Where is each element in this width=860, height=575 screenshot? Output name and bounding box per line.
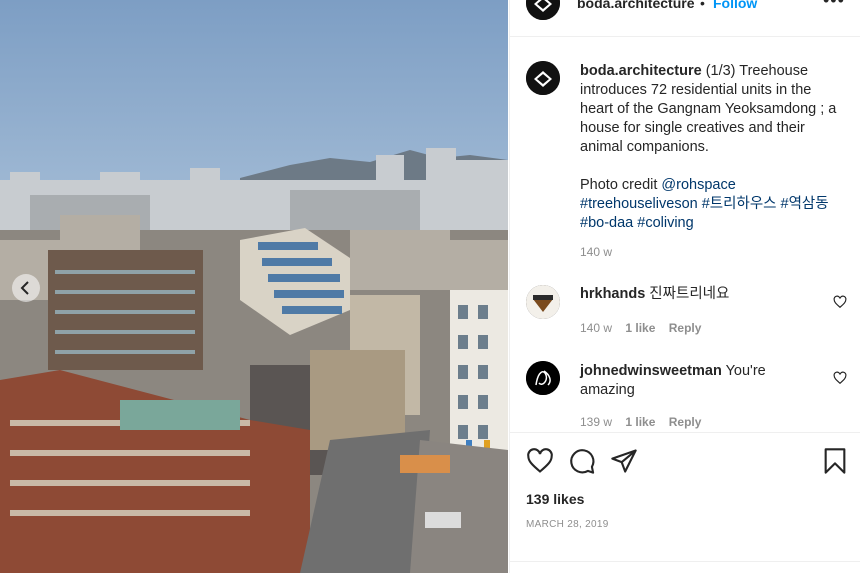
avatar[interactable] xyxy=(526,61,560,95)
avatar[interactable] xyxy=(526,361,560,395)
caption-meta: 140 w xyxy=(580,245,622,259)
reply-button[interactable]: Reply xyxy=(669,321,702,335)
bookmark-icon[interactable] xyxy=(821,447,849,475)
comment-icon[interactable] xyxy=(568,447,596,475)
post-caption: boda.architecture (1/3) Treehouse introd… xyxy=(580,62,850,233)
follow-button[interactable]: Follow xyxy=(713,0,757,11)
caption-text: animal companions. xyxy=(580,139,709,155)
separator: • xyxy=(700,0,705,11)
boda-logo-icon xyxy=(526,0,560,20)
likes-count[interactable]: 139 likes xyxy=(526,491,584,507)
caption-text: house for single creatives and their xyxy=(580,120,805,136)
avatar[interactable] xyxy=(526,0,560,20)
previous-photo-button[interactable] xyxy=(12,274,40,302)
post-actions: 139 likes MARCH 28, 2019 xyxy=(510,432,860,574)
boda-logo-icon xyxy=(526,61,560,95)
comment: johnedwinsweetman You're amazing xyxy=(580,362,820,400)
comment-meta: 140 w 1 like Reply xyxy=(580,321,711,335)
timestamp[interactable]: 140 w xyxy=(580,321,612,335)
hashtag-link[interactable]: #bo-daa xyxy=(580,215,633,231)
chevron-left-icon xyxy=(20,281,29,295)
post-username[interactable]: boda.architecture xyxy=(577,0,694,11)
caption-username[interactable]: boda.architecture xyxy=(580,63,702,79)
heart-icon[interactable] xyxy=(526,447,554,475)
hashtag-link[interactable]: #coliving xyxy=(637,215,693,231)
heart-icon[interactable] xyxy=(833,371,847,385)
caption-text: heart of the Gangnam Yeoksamdong ; a xyxy=(580,101,837,117)
post-photo[interactable] xyxy=(0,0,508,573)
post-header: boda.architecture • Follow ••• xyxy=(510,0,860,37)
timestamp[interactable]: 139 w xyxy=(580,415,612,429)
caption-text: Photo credit xyxy=(580,177,662,193)
comment-text: You're xyxy=(721,363,766,379)
post-date[interactable]: MARCH 28, 2019 xyxy=(526,519,609,530)
comment: hrkhands 진짜트리네요 xyxy=(580,285,820,304)
avatar-image-icon xyxy=(526,285,560,319)
comment-text: 진짜트리네요 xyxy=(645,286,730,302)
heart-icon[interactable] xyxy=(833,295,847,309)
timestamp[interactable]: 140 w xyxy=(580,245,612,259)
reply-button[interactable]: Reply xyxy=(669,415,702,429)
share-icon[interactable] xyxy=(610,447,638,475)
post-panel: boda.architecture • Follow ••• boda.arch… xyxy=(509,0,860,573)
comment-meta: 139 w 1 like Reply xyxy=(580,415,711,429)
avatar[interactable] xyxy=(526,285,560,319)
mention-link[interactable]: @rohspace xyxy=(661,177,735,193)
comment-username[interactable]: johnedwinsweetman xyxy=(580,363,722,379)
hashtag-link[interactable]: #treehouseliveson xyxy=(580,196,698,212)
signature-logo-icon xyxy=(526,361,560,395)
caption-text: introduces 72 residential units in the xyxy=(580,82,812,98)
hashtag-link[interactable]: #트리하우스 xyxy=(702,196,777,212)
city-photo xyxy=(0,0,508,573)
comment-text: amazing xyxy=(580,382,635,398)
more-options-icon[interactable]: ••• xyxy=(823,0,845,11)
comment-likes[interactable]: 1 like xyxy=(625,321,655,335)
caption-text: (1/3) Treehouse xyxy=(701,63,809,79)
comment-username[interactable]: hrkhands xyxy=(580,286,645,302)
hashtag-link[interactable]: #역삼동 xyxy=(781,196,829,212)
comment-likes[interactable]: 1 like xyxy=(625,415,655,429)
